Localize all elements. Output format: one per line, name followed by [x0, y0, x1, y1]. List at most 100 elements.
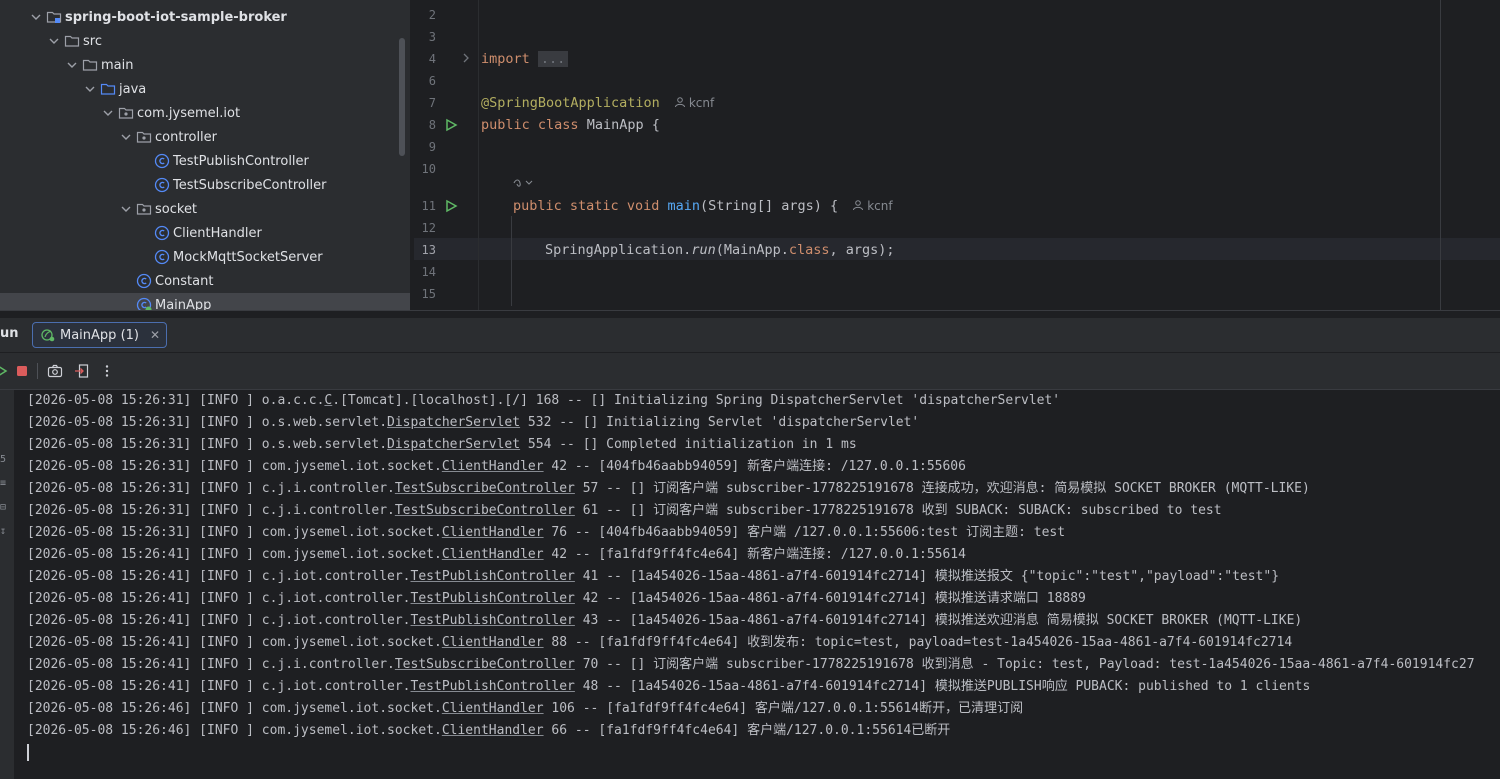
tree-item-client-handler[interactable]: ClientHandler: [0, 221, 410, 245]
log-prefix: [2026-05-08 15:26:31] [INFO ] c.j.i.cont…: [27, 481, 395, 496]
package-icon: [136, 201, 152, 217]
log-message: 106 -- [fa1fdf9ff4fc4e64] 客户端/127.0.0.1:…: [543, 701, 1024, 716]
log-class-link[interactable]: ClientHandler: [442, 635, 544, 650]
log-message: 88 -- [fa1fdf9ff4fc4e64] 收到发布: topic=tes…: [543, 635, 1293, 650]
run-gutter-icon[interactable]: [444, 118, 458, 132]
keyword: import: [481, 51, 530, 67]
tree-item-main[interactable]: main: [0, 53, 410, 77]
stop-icon[interactable]: [14, 363, 30, 379]
line-number: 9: [428, 140, 436, 154]
keyword: public: [481, 117, 530, 133]
chevron-down-icon[interactable]: [102, 107, 114, 119]
chevron-down-icon[interactable]: [30, 11, 42, 23]
log-class-link[interactable]: TestSubscribeController: [395, 481, 575, 496]
tree-item-constant[interactable]: Constant: [0, 269, 410, 293]
log-class-link[interactable]: ClientHandler: [442, 459, 544, 474]
run-tool-title: un: [0, 326, 19, 341]
code-token: (MainApp.: [715, 242, 789, 258]
run-console[interactable]: 5 ≡ ⊟ ↧ [2026-05-08 15:26:31] [INFO ] o.…: [0, 390, 1500, 779]
class-icon: [154, 225, 170, 241]
log-prefix: [2026-05-08 15:26:31] [INFO ] o.s.web.se…: [27, 415, 388, 430]
log-line: [2026-05-08 15:26:46] [INFO ] com.jyseme…: [27, 698, 1023, 720]
tree-item-package-root[interactable]: com.jysemel.iot: [0, 101, 410, 125]
chevron-down-icon[interactable]: [66, 59, 78, 71]
log-class-link[interactable]: ClientHandler: [442, 723, 544, 738]
log-class-link[interactable]: ClientHandler: [442, 701, 544, 716]
rerun-icon[interactable]: [0, 363, 10, 379]
log-class-link[interactable]: DispatcherServlet: [387, 415, 520, 430]
log-line: [2026-05-08 15:26:41] [INFO ] com.jyseme…: [27, 544, 966, 566]
log-class-link[interactable]: ClientHandler: [442, 547, 544, 562]
log-line: [2026-05-08 15:26:46] [INFO ] com.jyseme…: [27, 720, 950, 742]
log-class-link[interactable]: TestSubscribeController: [395, 657, 575, 672]
close-icon[interactable]: ✕: [150, 328, 160, 342]
download-icon[interactable]: ↧: [0, 526, 6, 537]
folder-icon: [82, 57, 98, 73]
indent-guide: [511, 216, 512, 306]
console-side-toolbar: 5 ≡ ⊟ ↧: [0, 390, 14, 779]
tree-item-socket[interactable]: socket: [0, 197, 410, 221]
tree-item-test-publish-controller[interactable]: TestPublishController: [0, 149, 410, 173]
log-class-link[interactable]: TestPublishController: [411, 613, 575, 628]
soft-wrap-icon[interactable]: ≡: [0, 478, 6, 489]
tree-item-test-subscribe-controller[interactable]: TestSubscribeController: [0, 173, 410, 197]
spring-class-icon: [136, 297, 152, 310]
log-class-link[interactable]: ClientHandler: [442, 525, 544, 540]
tree-item-java[interactable]: java: [0, 77, 410, 101]
log-line: [2026-05-08 15:26:31] [INFO ] o.s.web.se…: [27, 412, 919, 434]
author-hint[interactable]: kcnf: [674, 96, 714, 110]
log-class-link[interactable]: TestSubscribeController: [395, 503, 575, 518]
line-number: 13: [421, 243, 436, 257]
log-prefix: [2026-05-08 15:26:46] [INFO ] com.jyseme…: [27, 723, 442, 738]
line-number: 10: [421, 162, 436, 176]
folder-icon: [64, 33, 80, 49]
tree-item-module[interactable]: spring-boot-iot-sample-broker: [0, 5, 410, 29]
log-line: [2026-05-08 15:26:41] [INFO ] c.j.iot.co…: [27, 676, 1310, 698]
camera-icon[interactable]: [47, 363, 63, 379]
spring-run-icon: [41, 329, 55, 342]
log-class-link[interactable]: TestPublishController: [411, 569, 575, 584]
author-hint[interactable]: kcnf: [852, 199, 893, 213]
log-message: 61 -- [] 订阅客户端 subscriber-1778225191678 …: [574, 503, 1222, 518]
run-tab-main-app[interactable]: MainApp (1) ✕: [32, 322, 168, 348]
ide-window: spring-boot-iot-sample-broker src main j…: [0, 0, 1500, 779]
folded-imports[interactable]: ...: [537, 51, 569, 67]
chevron-down-icon[interactable]: [120, 131, 132, 143]
line-number: 6: [428, 74, 436, 88]
class-icon: [154, 177, 170, 193]
tree-item-label: MockMqttSocketServer: [173, 249, 323, 265]
log-prefix: [2026-05-08 15:26:31] [INFO ] com.jyseme…: [27, 459, 442, 474]
annotation: @SpringBootApplication: [481, 95, 660, 111]
chevron-down-icon[interactable]: [120, 203, 132, 215]
code-token: , args);: [829, 242, 895, 258]
more-options-icon[interactable]: [99, 363, 115, 379]
chevron-right-icon[interactable]: [461, 51, 471, 65]
print-icon[interactable]: ⊟: [0, 502, 6, 513]
log-class-link[interactable]: DispatcherServlet: [387, 437, 520, 452]
source-folder-icon: [100, 81, 116, 97]
chevron-down-icon[interactable]: [84, 83, 96, 95]
log-class-link[interactable]: TestPublishController: [411, 679, 575, 694]
tree-item-mock-mqtt-socket-server[interactable]: MockMqttSocketServer: [0, 245, 410, 269]
log-line: [2026-05-08 15:26:31] [INFO ] o.a.c.c.C.…: [27, 390, 1060, 412]
line-number: 4: [428, 52, 436, 66]
log-message: 48 -- [1a454026-15aa-4861-a7f4-601914fc2…: [574, 679, 1311, 694]
exit-icon[interactable]: [74, 363, 90, 379]
code-editor[interactable]: 2 3 4 6 7 8 9 10 11 12 13 14 15 import .…: [414, 0, 1500, 310]
code-token: SpringApplication.: [545, 242, 692, 258]
log-class-link[interactable]: TestPublishController: [411, 591, 575, 606]
tree-item-main-app[interactable]: MainApp: [0, 293, 410, 310]
project-scrollbar[interactable]: [399, 38, 405, 156]
log-line: [2026-05-08 15:26:41] [INFO ] c.j.iot.co…: [27, 588, 1086, 610]
tree-item-src[interactable]: src: [0, 29, 410, 53]
run-gutter-icon[interactable]: [444, 199, 458, 213]
class-icon: [154, 153, 170, 169]
class-icon: [136, 273, 152, 289]
tree-item-controller[interactable]: controller: [0, 125, 410, 149]
ai-hint-icon[interactable]: [512, 176, 534, 196]
scroll-to-end-icon[interactable]: 5: [0, 454, 6, 465]
chevron-down-icon[interactable]: [48, 35, 60, 47]
log-message: 43 -- [1a454026-15aa-4861-a7f4-601914fc2…: [574, 613, 1303, 628]
log-message: 42 -- [1a454026-15aa-4861-a7f4-601914fc2…: [574, 591, 1086, 606]
module-folder-icon: [46, 9, 62, 25]
